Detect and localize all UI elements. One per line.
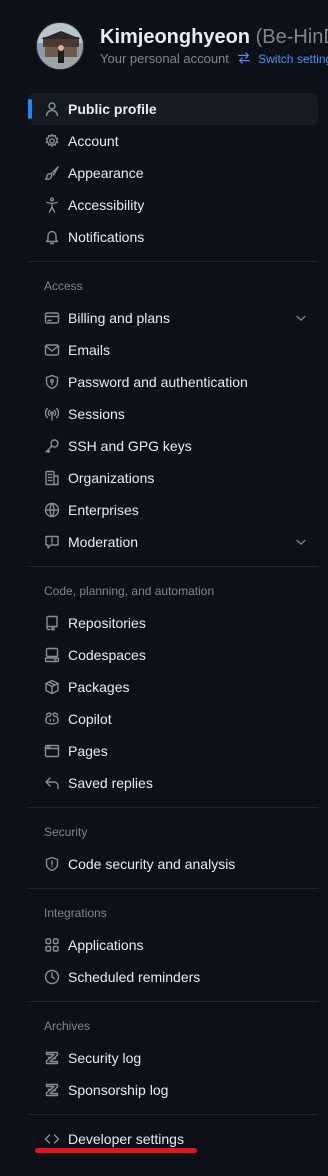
sidebar-item-appearance[interactable]: Appearance: [28, 157, 318, 189]
key-icon: [44, 438, 60, 454]
user-name[interactable]: Kimjeonghyeon (Be-HinD): [100, 26, 328, 49]
sidebar-item-pages[interactable]: Pages: [28, 735, 318, 767]
account-type-label: Your personal account: [100, 51, 229, 66]
log-icon: [44, 1050, 60, 1066]
divider: [28, 1114, 318, 1115]
sidebar-item-label: Security log: [68, 1050, 142, 1066]
sidebar-item-label: Pages: [68, 743, 108, 759]
shield-icon: [44, 856, 60, 872]
accessibility-icon: [44, 197, 60, 213]
sidebar-item-label: Saved replies: [68, 775, 153, 791]
credit-card-icon: [44, 310, 60, 326]
sidebar-item-account[interactable]: Account: [28, 125, 318, 157]
log-icon: [44, 1082, 60, 1098]
bell-icon: [44, 229, 60, 245]
shield-lock-icon: [44, 374, 60, 390]
sidebar-item-label: Appearance: [68, 165, 144, 181]
paintbrush-icon: [44, 165, 60, 181]
account-subtitle: Your personal account Switch settings co…: [100, 51, 328, 66]
sidebar-item-scheduled-reminders[interactable]: Scheduled reminders: [28, 961, 318, 993]
mail-icon: [44, 342, 60, 358]
switch-context-link[interactable]: Switch settings context: [258, 52, 328, 66]
sidebar-item-label: Packages: [68, 679, 130, 695]
clock-icon: [44, 969, 60, 985]
sidebar-item-repositories[interactable]: Repositories: [28, 607, 318, 639]
sidebar-item-label: Code security and analysis: [68, 856, 236, 872]
divider: [28, 261, 318, 262]
sidebar-item-password[interactable]: Password and authentication: [28, 366, 318, 398]
sidebar-item-label: Developer settings: [68, 1131, 184, 1147]
repo-icon: [44, 615, 60, 631]
sidebar-item-label: Accessibility: [68, 197, 145, 213]
report-icon: [44, 534, 60, 550]
highlight-underline: [35, 1148, 197, 1153]
settings-sidebar: Public profile Account Appearance Access…: [28, 93, 318, 1155]
divider: [28, 1001, 318, 1002]
group-title-access: Access: [44, 279, 83, 293]
user-display-name: Kimjeonghyeon: [100, 26, 251, 48]
sidebar-item-organizations[interactable]: Organizations: [28, 462, 318, 494]
divider: [28, 888, 318, 889]
sidebar-item-packages[interactable]: Packages: [28, 671, 318, 703]
sidebar-item-label: Sessions: [68, 406, 125, 422]
person-icon: [44, 101, 60, 117]
package-icon: [44, 679, 60, 695]
sidebar-item-label: SSH and GPG keys: [68, 438, 192, 454]
group-title-integrations: Integrations: [44, 906, 107, 920]
sidebar-item-security-log[interactable]: Security log: [28, 1042, 318, 1074]
sidebar-item-label: Password and authentication: [68, 374, 248, 390]
sidebar-item-label: Public profile: [68, 101, 157, 117]
apps-icon: [44, 937, 60, 953]
arrow-switch-icon[interactable]: [237, 51, 251, 65]
sidebar-item-codespaces[interactable]: Codespaces: [28, 639, 318, 671]
sidebar-item-code-security[interactable]: Code security and analysis: [28, 848, 318, 880]
sidebar-item-public-profile[interactable]: Public profile: [28, 93, 318, 125]
sidebar-item-applications[interactable]: Applications: [28, 929, 318, 961]
codespaces-icon: [44, 647, 60, 663]
sidebar-item-label: Emails: [68, 342, 111, 358]
avatar[interactable]: [36, 22, 84, 70]
sidebar-item-saved-replies[interactable]: Saved replies: [28, 767, 318, 799]
settings-page: Kimjeonghyeon (Be-HinD) Your personal ac…: [0, 0, 328, 1176]
sidebar-item-label: Enterprises: [68, 502, 139, 518]
sidebar-item-label: Repositories: [68, 615, 146, 631]
sidebar-item-label: Moderation: [68, 534, 139, 550]
sidebar-item-label: Sponsorship log: [68, 1082, 169, 1098]
sidebar-item-label: Billing and plans: [68, 310, 170, 326]
chevron-down-icon[interactable]: [294, 535, 308, 549]
sidebar-item-sponsorship-log[interactable]: Sponsorship log: [28, 1074, 318, 1106]
chevron-down-icon[interactable]: [294, 311, 308, 325]
broadcast-icon: [44, 406, 60, 422]
copilot-icon: [44, 711, 60, 727]
account-header: Kimjeonghyeon (Be-HinD) Your personal ac…: [0, 0, 328, 80]
sidebar-item-enterprises[interactable]: Enterprises: [28, 494, 318, 526]
sidebar-item-sessions[interactable]: Sessions: [28, 398, 318, 430]
sidebar-item-label: Applications: [68, 937, 144, 953]
group-title-code: Code, planning, and automation: [44, 584, 215, 598]
sidebar-item-ssh-gpg[interactable]: SSH and GPG keys: [28, 430, 318, 462]
sidebar-item-billing[interactable]: Billing and plans: [28, 302, 318, 334]
sidebar-item-emails[interactable]: Emails: [28, 334, 318, 366]
browser-icon: [44, 743, 60, 759]
sidebar-item-label: Scheduled reminders: [68, 969, 201, 985]
divider: [28, 807, 318, 808]
organization-icon: [44, 470, 60, 486]
globe-icon: [44, 502, 60, 518]
sidebar-item-copilot[interactable]: Copilot: [28, 703, 318, 735]
sidebar-item-moderation[interactable]: Moderation: [28, 526, 318, 558]
sidebar-item-notifications[interactable]: Notifications: [28, 221, 318, 253]
group-title-archives: Archives: [44, 1019, 91, 1033]
sidebar-item-label: Organizations: [68, 470, 155, 486]
gear-icon: [44, 133, 60, 149]
divider: [28, 566, 318, 567]
sidebar-item-label: Account: [68, 133, 119, 149]
group-title-security: Security: [44, 825, 88, 839]
code-icon: [44, 1131, 60, 1147]
sidebar-item-label: Codespaces: [68, 647, 146, 663]
sidebar-item-label: Notifications: [68, 229, 145, 245]
sidebar-item-accessibility[interactable]: Accessibility: [28, 189, 318, 221]
reply-icon: [44, 775, 60, 791]
sidebar-item-label: Copilot: [68, 711, 112, 727]
user-handle: (Be-HinD): [255, 26, 328, 48]
